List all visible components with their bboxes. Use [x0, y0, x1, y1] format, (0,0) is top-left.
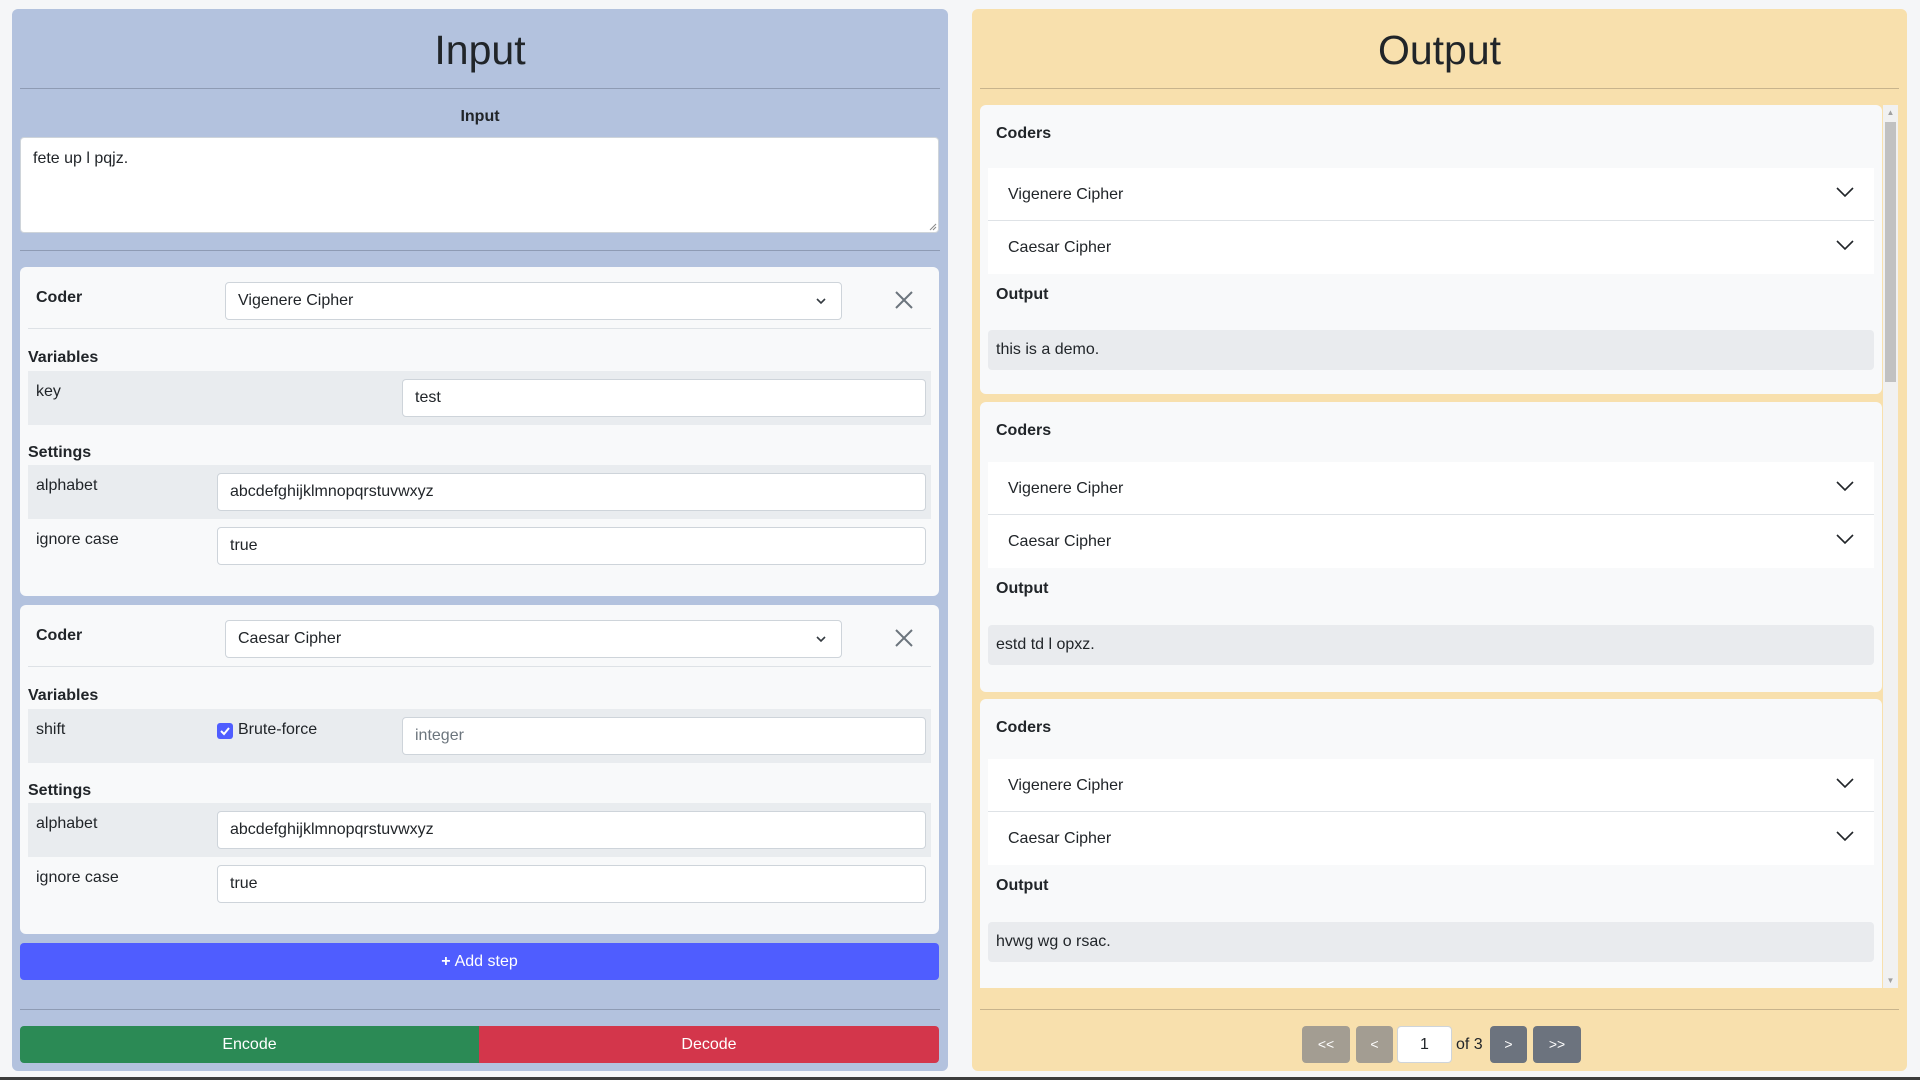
remove-step-close-icon[interactable]: [891, 287, 917, 313]
coder-accordion-item[interactable]: Caesar Cipher: [988, 221, 1874, 274]
variable-name: key: [36, 383, 61, 400]
coder-accordion-item[interactable]: Caesar Cipher: [988, 515, 1874, 568]
page-count-label: of 3: [1456, 1036, 1483, 1053]
next-page-button[interactable]: >: [1490, 1026, 1527, 1063]
result-card: Coders Vigenere Cipher Caesar Cipher Out…: [980, 402, 1882, 692]
coder-label: Coder: [36, 627, 83, 644]
chevron-down-icon: [1836, 240, 1854, 251]
ignore-case-input[interactable]: [217, 527, 926, 565]
output-title: Output: [996, 877, 1049, 894]
decode-button[interactable]: Decode: [479, 1026, 939, 1063]
plus-icon: +: [441, 953, 451, 970]
prev-page-button[interactable]: <: [1356, 1026, 1393, 1063]
alphabet-input[interactable]: [217, 811, 926, 849]
variables-title: Variables: [28, 687, 99, 704]
setting-row-alphabet: alphabet: [28, 465, 931, 519]
chevron-down-icon: [1836, 534, 1854, 545]
brute-force-checkbox[interactable]: [217, 723, 233, 739]
coder-accordion-item[interactable]: Vigenere Cipher: [988, 759, 1874, 812]
divider: [20, 250, 940, 251]
encode-button[interactable]: Encode: [20, 1026, 479, 1063]
variable-name: shift: [36, 721, 66, 738]
coder-row: Coder Caesar Cipher: [28, 605, 931, 667]
first-page-button[interactable]: <<: [1302, 1026, 1350, 1063]
scrollbar-thumb[interactable]: [1885, 122, 1896, 382]
add-step-button[interactable]: + Add step: [20, 943, 939, 980]
input-label: Input: [460, 108, 500, 125]
coders-title: Coders: [996, 125, 1052, 142]
coder-select-value: Caesar Cipher: [238, 630, 342, 647]
alphabet-input[interactable]: [217, 473, 926, 511]
variable-row-key: key: [28, 371, 931, 425]
coder-accordion-item[interactable]: Vigenere Cipher: [988, 168, 1874, 221]
input-textarea[interactable]: fete up l pqjz.: [20, 137, 939, 233]
remove-step-close-icon[interactable]: [891, 625, 917, 651]
variable-row-shift: shift Brute-force: [28, 709, 931, 763]
coder-accordion-item[interactable]: Vigenere Cipher: [988, 462, 1874, 515]
page-number-input[interactable]: [1397, 1026, 1452, 1063]
coder-name: Vigenere Cipher: [1008, 480, 1124, 497]
step-card-vigenere: Coder Vigenere Cipher Variables key Sett…: [20, 267, 939, 596]
chevron-down-icon: [816, 636, 826, 643]
scroll-down-arrow-icon[interactable]: ▼: [1883, 973, 1898, 988]
divider: [980, 1009, 1899, 1010]
variables-title: Variables: [28, 349, 99, 366]
setting-name: alphabet: [36, 477, 98, 494]
key-input[interactable]: [402, 379, 926, 417]
result-card: Coders Vigenere Cipher Caesar Cipher Out…: [980, 699, 1882, 988]
coder-select-value: Vigenere Cipher: [238, 292, 354, 309]
resize-grip-icon[interactable]: [927, 221, 937, 231]
coder-select[interactable]: Caesar Cipher: [225, 620, 842, 658]
chevron-down-icon: [1836, 778, 1854, 789]
settings-title: Settings: [28, 782, 92, 799]
chevron-down-icon: [816, 298, 826, 305]
scroll-up-arrow-icon[interactable]: ▲: [1883, 105, 1898, 120]
output-title: Output: [996, 580, 1049, 597]
coders-title: Coders: [996, 719, 1052, 736]
output-title: Output: [996, 286, 1049, 303]
results-scrollbar[interactable]: ▲ ▼: [1883, 105, 1898, 988]
coder-select[interactable]: Vigenere Cipher: [225, 282, 842, 320]
coder-name: Vigenere Cipher: [1008, 186, 1124, 203]
output-text: estd td l opxz.: [988, 625, 1874, 665]
chevron-down-icon: [1836, 831, 1854, 842]
chevron-down-icon: [1836, 187, 1854, 198]
coder-name: Caesar Cipher: [1008, 830, 1112, 847]
coder-name: Caesar Cipher: [1008, 533, 1112, 550]
coder-name: Vigenere Cipher: [1008, 777, 1124, 794]
output-text: this is a demo.: [988, 330, 1874, 370]
result-card: Coders Vigenere Cipher Caesar Cipher Out…: [980, 105, 1882, 394]
coder-label: Coder: [36, 289, 83, 306]
divider: [20, 88, 940, 89]
setting-row-ignore-case: ignore case: [28, 519, 931, 573]
output-text: hvwg wg o rsac.: [988, 922, 1874, 962]
setting-row-alphabet: alphabet: [28, 803, 931, 857]
coder-accordion-item[interactable]: Caesar Cipher: [988, 812, 1874, 865]
coder-row: Coder Vigenere Cipher: [28, 267, 931, 329]
setting-name: ignore case: [36, 869, 119, 886]
setting-name: ignore case: [36, 531, 119, 548]
brute-force-label: Brute-force: [238, 721, 318, 738]
output-panel-title: Output: [1377, 27, 1502, 73]
step-card-caesar: Coder Caesar Cipher Variables shift Brut…: [20, 605, 939, 934]
results-list: Coders Vigenere Cipher Caesar Cipher Out…: [980, 105, 1898, 988]
input-panel: Input Input fete up l pqjz. Coder Vigene…: [12, 9, 948, 1071]
coder-name: Caesar Cipher: [1008, 239, 1112, 256]
ignore-case-input[interactable]: [217, 865, 926, 903]
shift-input[interactable]: [402, 717, 926, 755]
divider: [980, 88, 1899, 89]
coders-title: Coders: [996, 422, 1052, 439]
input-panel-title: Input: [434, 27, 526, 73]
settings-title: Settings: [28, 444, 92, 461]
last-page-button[interactable]: >>: [1533, 1026, 1581, 1063]
output-panel: Output Coders Vigenere Cipher Caesar Cip…: [972, 9, 1907, 1071]
chevron-down-icon: [1836, 481, 1854, 492]
setting-row-ignore-case: ignore case: [28, 857, 931, 911]
setting-name: alphabet: [36, 815, 98, 832]
divider: [20, 1009, 940, 1010]
add-step-label: Add step: [454, 953, 518, 970]
